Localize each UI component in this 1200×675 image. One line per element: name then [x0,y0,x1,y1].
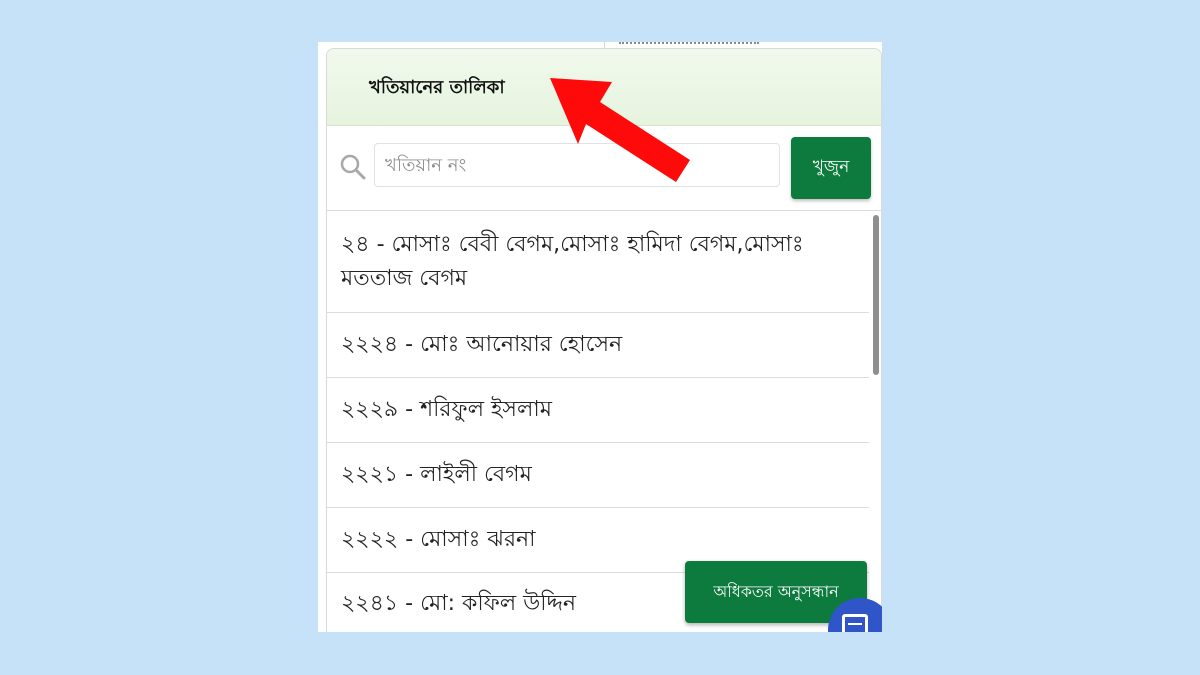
list-item[interactable]: ২৪ - মোসাঃ বেবী বেগম,মোসাঃ হামিদা বেগম,ম… [327,211,869,313]
list-scrollbar[interactable] [873,215,879,375]
list-item-text: ২২২২ - মোসাঃ ঝরনা [341,527,536,552]
list-item[interactable]: ২২২১ - লাইলী বেগম [327,443,869,508]
panel-title: খতিয়ানের তালিকা [369,77,505,98]
red-arrow-icon [550,78,690,182]
menu-list-icon [842,614,868,632]
search-icon [340,154,366,180]
list-item-text: ২২২১ - লাইলী বেগম [341,462,532,487]
list-item-text: ২২২৪ - মোঃ আনোয়ার হোসেন [341,332,623,357]
list-item-text: ২২৪১ - মো: কফিল উদ্দিন [341,590,577,616]
list-item[interactable]: ২২২৯ - শরিফুল ইসলাম [327,378,869,443]
search-button[interactable]: খুজুন [791,137,871,199]
list-item[interactable]: ২২২৪ - মোঃ আনোয়ার হোসেন [327,313,869,378]
list-item-text: ২২২৯ - শরিফুল ইসলাম [341,397,552,422]
list-item-text: ২৪ - মোসাঃ বেবী বেগম,মোসাঃ হামিদা বেগম,ম… [341,231,804,291]
